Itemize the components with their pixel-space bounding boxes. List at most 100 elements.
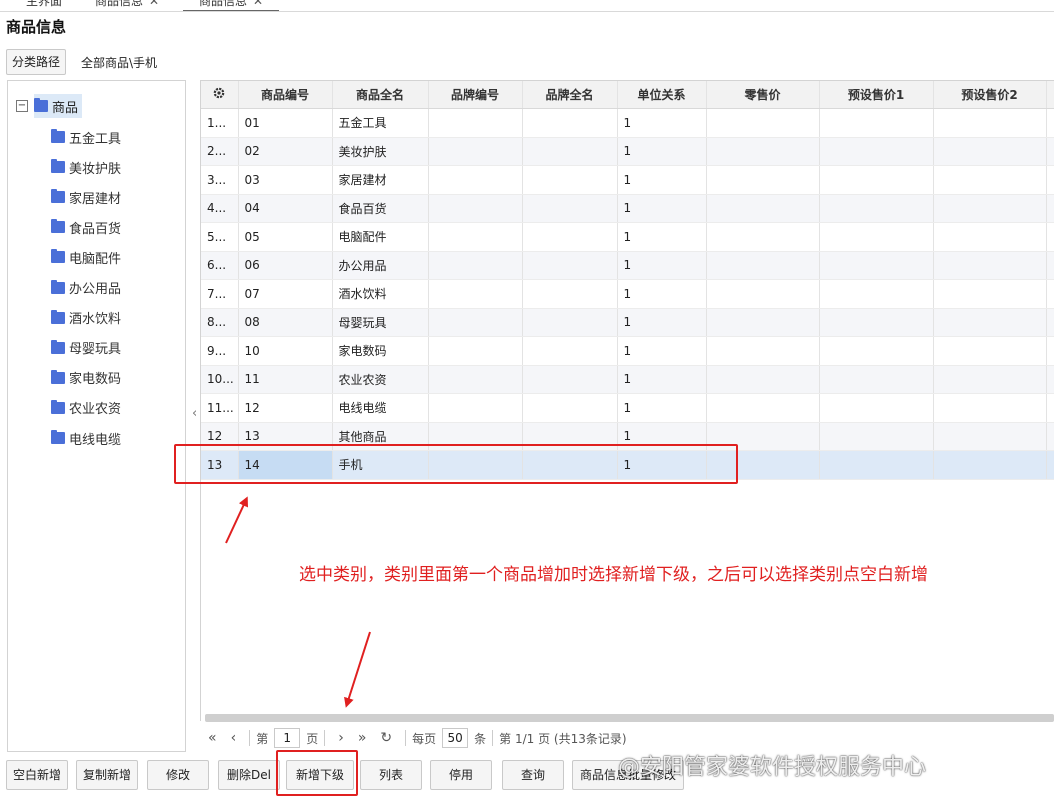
close-icon[interactable]: ✕ <box>253 0 263 8</box>
preset-price-2-cell[interactable] <box>933 336 1047 366</box>
preset-price-2-cell[interactable] <box>933 450 1047 480</box>
per-page-input[interactable]: 50 <box>442 728 469 748</box>
column-header-preset-price-1[interactable]: 预设售价1 <box>819 81 934 109</box>
gear-icon[interactable] <box>212 86 226 100</box>
brand-name-cell[interactable] <box>522 194 618 223</box>
extra-cell[interactable] <box>1046 279 1054 309</box>
preset-price-2-cell[interactable] <box>933 279 1047 309</box>
table-row[interactable]: 8... 08 母婴玩具 1 <box>201 308 1054 337</box>
tree-item[interactable]: 家电数码 <box>51 368 121 388</box>
tree-root-item[interactable]: 商品 <box>34 94 83 118</box>
preset-price-1-cell[interactable] <box>819 308 934 337</box>
preset-price-1-cell[interactable] <box>819 194 934 223</box>
extra-cell[interactable] <box>1046 251 1054 280</box>
tree-item[interactable]: 五金工具 <box>51 127 121 147</box>
tab-goods-info-1[interactable]: 商品信息 ✕ <box>95 0 159 10</box>
table-row[interactable]: 3... 03 家居建材 1 <box>201 165 1054 195</box>
preset-price-1-cell[interactable] <box>819 422 934 451</box>
preset-price-2-cell[interactable] <box>933 365 1047 394</box>
column-header-name[interactable]: 商品全名 <box>332 81 429 109</box>
preset-price-1-cell[interactable] <box>819 108 934 138</box>
brand-name-cell[interactable] <box>522 279 618 309</box>
tree-item[interactable]: 酒水饮料 <box>51 308 121 328</box>
table-row[interactable]: 7... 07 酒水饮料 1 <box>201 279 1054 309</box>
code-cell[interactable]: 08 <box>238 308 333 337</box>
tree-item[interactable]: 食品百货 <box>51 217 121 237</box>
retail-price-cell[interactable] <box>706 108 820 138</box>
extra-cell[interactable] <box>1046 393 1054 423</box>
unit-cell[interactable]: 1 <box>617 222 707 252</box>
brand-code-cell[interactable] <box>428 251 523 280</box>
table-row[interactable]: 9... 10 家电数码 1 <box>201 336 1054 366</box>
code-cell[interactable]: 10 <box>238 336 333 366</box>
unit-cell[interactable]: 1 <box>617 251 707 280</box>
column-header-brand-code[interactable]: 品牌编号 <box>428 81 523 109</box>
brand-name-cell[interactable] <box>522 393 618 423</box>
name-cell[interactable]: 酒水饮料 <box>332 279 429 309</box>
brand-code-cell[interactable] <box>428 279 523 309</box>
brand-name-cell[interactable] <box>522 137 618 166</box>
table-row[interactable]: 5... 05 电脑配件 1 <box>201 222 1054 252</box>
retail-price-cell[interactable] <box>706 165 820 195</box>
preset-price-2-cell[interactable] <box>933 393 1047 423</box>
tree-collapse-toggle[interactable]: − <box>16 100 28 112</box>
brand-code-cell[interactable] <box>428 165 523 195</box>
horizontal-scrollbar[interactable] <box>205 714 1054 722</box>
tab-main[interactable]: 主界面 <box>26 0 62 10</box>
extra-cell[interactable] <box>1046 450 1054 480</box>
column-header-unit[interactable]: 单位关系 <box>617 81 707 109</box>
preset-price-2-cell[interactable] <box>933 222 1047 252</box>
close-icon[interactable]: ✕ <box>149 0 159 8</box>
preset-price-1-cell[interactable] <box>819 365 934 394</box>
extra-cell[interactable] <box>1046 194 1054 223</box>
extra-cell[interactable] <box>1046 137 1054 166</box>
brand-code-cell[interactable] <box>428 137 523 166</box>
extra-cell[interactable] <box>1046 308 1054 337</box>
preset-price-1-cell[interactable] <box>819 393 934 423</box>
name-cell[interactable]: 家居建材 <box>332 165 429 195</box>
preset-price-1-cell[interactable] <box>819 137 934 166</box>
disable-button[interactable]: 停用 <box>430 760 492 790</box>
code-cell[interactable]: 12 <box>238 393 333 423</box>
blank-add-button[interactable]: 空白新增 <box>6 760 68 790</box>
retail-price-cell[interactable] <box>706 279 820 309</box>
preset-price-1-cell[interactable] <box>819 279 934 309</box>
retail-price-cell[interactable] <box>706 137 820 166</box>
brand-name-cell[interactable] <box>522 165 618 195</box>
extra-cell[interactable] <box>1046 165 1054 195</box>
tree-item[interactable]: 农业农资 <box>51 398 121 418</box>
tree-item[interactable]: 办公用品 <box>51 278 121 298</box>
edit-button[interactable]: 修改 <box>147 760 209 790</box>
name-cell[interactable]: 办公用品 <box>332 251 429 280</box>
refresh-icon[interactable]: ↻ <box>380 730 392 746</box>
unit-cell[interactable]: 1 <box>617 165 707 195</box>
preset-price-1-cell[interactable] <box>819 251 934 280</box>
delete-button[interactable]: 删除Del <box>218 760 280 790</box>
name-cell[interactable]: 家电数码 <box>332 336 429 366</box>
brand-code-cell[interactable] <box>428 336 523 366</box>
brand-code-cell[interactable] <box>428 393 523 423</box>
page-number-input[interactable]: 1 <box>274 728 301 748</box>
next-page-icon[interactable]: › <box>338 730 344 746</box>
tree-item[interactable]: 电脑配件 <box>51 247 121 267</box>
category-path-button[interactable]: 分类路径 <box>6 49 66 75</box>
preset-price-1-cell[interactable] <box>819 336 934 366</box>
name-cell[interactable]: 电线电缆 <box>332 393 429 423</box>
preset-price-1-cell[interactable] <box>819 165 934 195</box>
unit-cell[interactable]: 1 <box>617 365 707 394</box>
brand-name-cell[interactable] <box>522 222 618 252</box>
column-header-retail-price[interactable]: 零售价 <box>706 81 820 109</box>
brand-name-cell[interactable] <box>522 308 618 337</box>
tree-item[interactable]: 美妆护肤 <box>51 157 121 177</box>
unit-cell[interactable]: 1 <box>617 279 707 309</box>
copy-add-button[interactable]: 复制新增 <box>76 760 138 790</box>
panel-collapse-icon[interactable]: ‹ <box>192 406 197 421</box>
table-row[interactable]: 11... 12 电线电缆 1 <box>201 393 1054 423</box>
brand-code-cell[interactable] <box>428 194 523 223</box>
unit-cell[interactable]: 1 <box>617 393 707 423</box>
preset-price-2-cell[interactable] <box>933 108 1047 138</box>
last-page-icon[interactable]: » <box>358 730 367 746</box>
extra-cell[interactable] <box>1046 336 1054 366</box>
name-cell[interactable]: 五金工具 <box>332 108 429 138</box>
column-header-brand-name[interactable]: 品牌全名 <box>522 81 618 109</box>
